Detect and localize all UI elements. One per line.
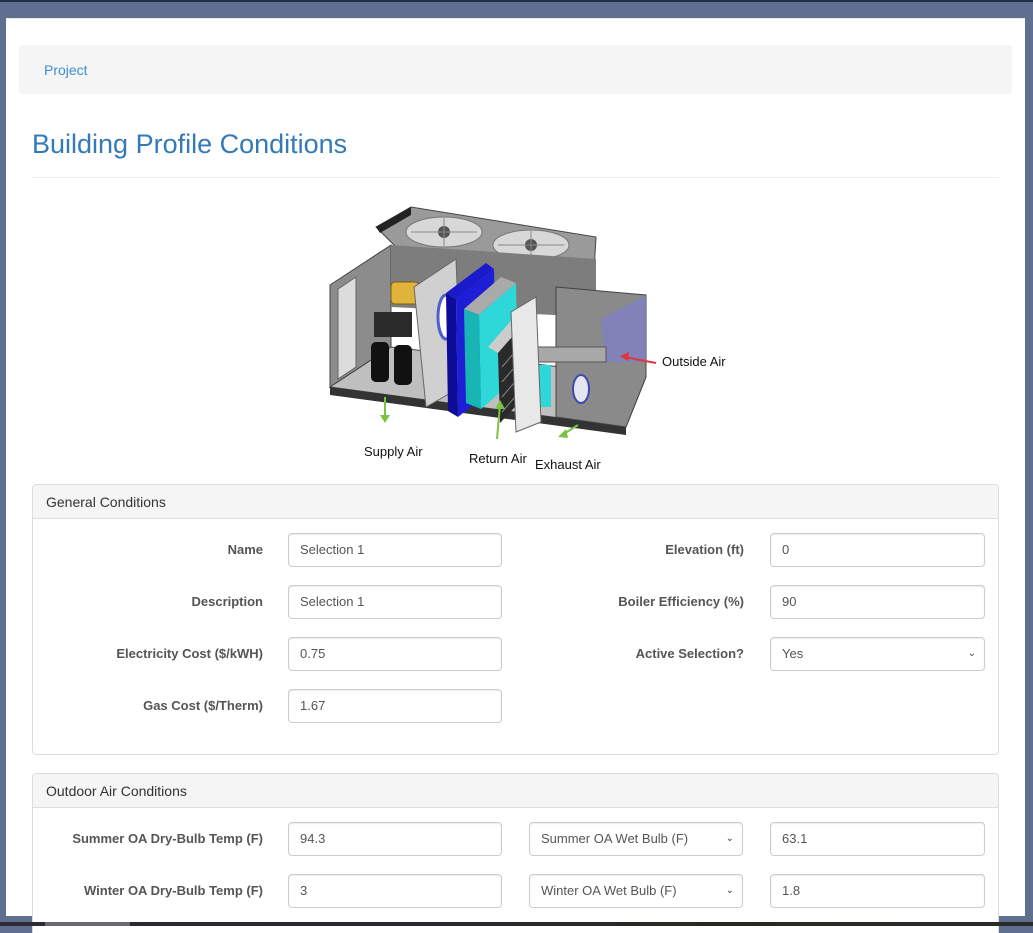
- winter-dry-bulb-input[interactable]: 3: [288, 874, 502, 908]
- general-conditions-panel: General Conditions Name Selection 1 Desc…: [32, 484, 999, 755]
- summer-wet-bulb-input[interactable]: 63.1: [770, 822, 985, 856]
- outside-air-label: Outside Air: [662, 354, 726, 369]
- compressor-icon: [371, 342, 389, 382]
- chevron-down-icon: ⌄: [725, 885, 734, 896]
- exhaust-air-label: Exhaust Air: [535, 457, 601, 469]
- boiler-efficiency-input[interactable]: 90: [770, 585, 985, 619]
- hvac-unit-diagram: Outside Air Supply Air Return Air Exhaus…: [328, 206, 726, 469]
- name-input[interactable]: Selection 1: [288, 533, 502, 567]
- gas-cost-input[interactable]: 1.67: [288, 689, 502, 723]
- exhaust-fan-icon: [572, 374, 590, 404]
- active-selection-label: Active Selection?: [635, 646, 744, 661]
- title-divider: [32, 177, 999, 178]
- blower-housing: [374, 312, 412, 337]
- page-content: Project Building Profile Conditions Outs…: [6, 18, 1025, 933]
- winter-dry-bulb-label: Winter OA Dry-Bulb Temp (F): [84, 883, 263, 898]
- chevron-down-icon: ⌄: [725, 833, 734, 844]
- filter-side: [464, 309, 481, 409]
- active-selection-select[interactable]: Yes ⌄: [770, 637, 985, 671]
- page-title: Building Profile Conditions: [32, 129, 348, 159]
- divider-panel: [510, 296, 542, 433]
- boiler-efficiency-label: Boiler Efficiency (%): [618, 594, 744, 609]
- summer-wet-bulb-select[interactable]: Summer OA Wet Bulb (F) ⌄: [529, 822, 743, 856]
- summer-dry-bulb-input[interactable]: 94.3: [288, 822, 502, 856]
- coil-front: [446, 293, 458, 417]
- return-air-label: Return Air: [469, 451, 527, 466]
- description-input[interactable]: Selection 1: [288, 585, 502, 619]
- electricity-cost-label: Electricity Cost ($/kWH): [116, 646, 263, 661]
- taskbar: [0, 922, 1033, 926]
- breadcrumb: Project: [19, 45, 1012, 94]
- active-selection-value: Yes: [782, 646, 804, 661]
- elevation-label: Elevation (ft): [665, 542, 744, 557]
- compressor-icon: [394, 345, 412, 385]
- chevron-down-icon: ⌄: [967, 648, 976, 659]
- breadcrumb-project-link[interactable]: Project: [44, 62, 88, 78]
- winter-wet-bulb-select-value: Winter OA Wet Bulb (F): [541, 883, 677, 898]
- electricity-cost-input[interactable]: 0.75: [288, 637, 502, 671]
- access-door: [337, 276, 357, 380]
- winter-wet-bulb-input[interactable]: 1.8: [770, 874, 985, 908]
- taskbar-active-item[interactable]: [45, 922, 130, 926]
- summer-wet-bulb-select-value: Summer OA Wet Bulb (F): [541, 831, 689, 846]
- outdoor-air-conditions-heading: Outdoor Air Conditions: [33, 774, 998, 808]
- supply-air-label: Supply Air: [364, 444, 423, 459]
- elevation-input[interactable]: 0: [770, 533, 985, 567]
- gas-cost-label: Gas Cost ($/Therm): [143, 698, 263, 713]
- name-label: Name: [227, 542, 263, 557]
- winter-wet-bulb-select[interactable]: Winter OA Wet Bulb (F) ⌄: [529, 874, 743, 908]
- outdoor-air-conditions-panel: Outdoor Air Conditions Summer OA Dry-Bul…: [32, 773, 999, 933]
- description-label: Description: [191, 594, 263, 609]
- condenser-fan-icon: [405, 216, 483, 248]
- summer-dry-bulb-label: Summer OA Dry-Bulb Temp (F): [72, 831, 263, 846]
- general-conditions-heading: General Conditions: [33, 485, 998, 519]
- window-top-edge: [0, 0, 1033, 2]
